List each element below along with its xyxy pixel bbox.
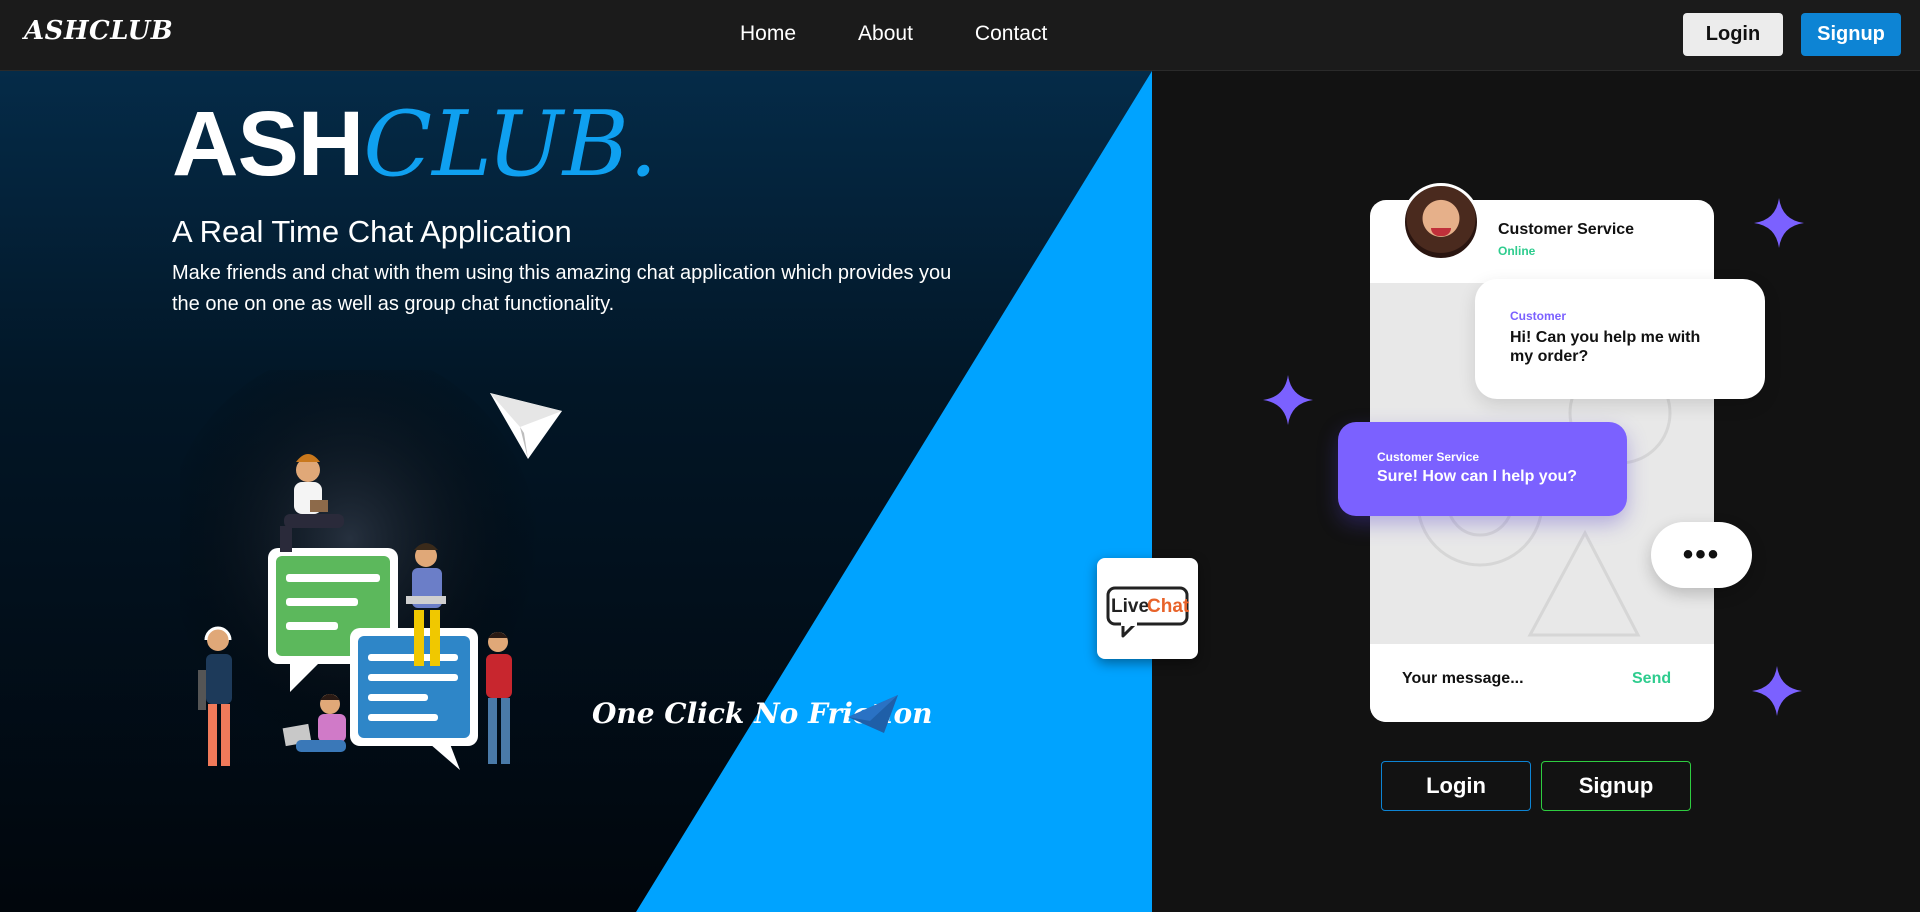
nav-links: Home About Contact: [740, 22, 1109, 46]
sparkle-icon: [1754, 198, 1804, 248]
message-text-agent: Sure! How can I help you?: [1377, 468, 1578, 485]
message-sender-agent: Customer Service: [1377, 450, 1480, 464]
message-input[interactable]: Your message...: [1402, 670, 1524, 688]
nav-link-home[interactable]: Home: [740, 22, 796, 46]
agent-status: Online: [1498, 244, 1536, 258]
nav-login-button[interactable]: Login: [1683, 13, 1783, 56]
hero-section: [0, 71, 1152, 912]
sparkle-icon: [1752, 666, 1802, 716]
livechat-logo-chat: Chat: [1147, 596, 1190, 617]
signup-button[interactable]: Signup: [1541, 761, 1691, 811]
typing-indicator-icon: •••: [1651, 522, 1752, 588]
login-button[interactable]: Login: [1381, 761, 1531, 811]
hero-subtitle: A Real Time Chat Application: [172, 214, 572, 249]
nav-link-contact[interactable]: Contact: [975, 22, 1047, 46]
nav-link-about[interactable]: About: [858, 22, 913, 46]
paper-plane-icon: [490, 393, 562, 459]
agent-name: Customer Service: [1498, 221, 1635, 238]
message-text-customer: Hi! Can you help me with my order?: [1510, 329, 1701, 365]
message-sender-customer: Customer: [1510, 309, 1567, 323]
paper-plane-small-icon: [848, 695, 898, 733]
livechat-logo: Live Chat: [1097, 558, 1198, 659]
brand-logo[interactable]: ASHCLUB: [24, 16, 173, 46]
send-button[interactable]: Send: [1632, 670, 1671, 688]
diagonal-accent: [636, 71, 1152, 912]
livechat-logo-icon: Live Chat: [1106, 586, 1190, 638]
livechat-logo-live: Live: [1111, 596, 1149, 617]
hero-description: Make friends and chat with them using th…: [172, 262, 952, 315]
agent-avatar: [1402, 183, 1480, 261]
hero-title-ash: ASH: [172, 93, 364, 195]
nav-signup-button[interactable]: Signup: [1801, 13, 1901, 56]
hero-title: ASHCLUB.: [172, 92, 658, 197]
navbar: ASHCLUB Home About Contact Login Signup: [0, 0, 1920, 71]
hero-title-club: CLUB.: [363, 92, 658, 197]
sparkle-icon: [1263, 375, 1313, 425]
